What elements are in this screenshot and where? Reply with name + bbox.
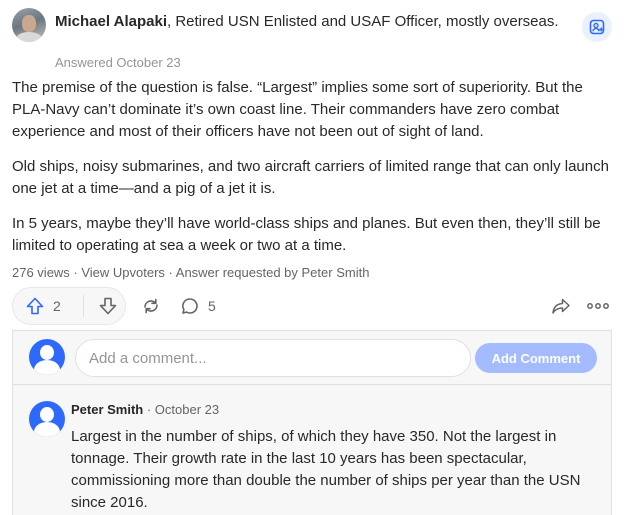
upvote-count: 2 xyxy=(53,298,61,314)
avatar-face xyxy=(22,15,36,32)
answer-paragraph: In 5 years, maybe they’ll have world-cla… xyxy=(12,215,601,254)
avatar-body-shape xyxy=(34,360,60,375)
comment-input[interactable] xyxy=(75,339,471,377)
upvote-button[interactable]: 2 xyxy=(13,288,79,324)
more-dots-icon xyxy=(587,303,609,309)
comment-header: Peter Smith · October 23 xyxy=(71,402,219,417)
more-options-button[interactable] xyxy=(584,287,612,325)
vote-pill: 2 xyxy=(12,287,126,325)
reshare-icon xyxy=(144,298,158,314)
avatar-head-shape xyxy=(40,407,54,422)
comments-section: Add Comment Peter Smith · October 23 Lar… xyxy=(12,330,612,515)
answer-meta[interactable]: 276 views · View Upvoters · Answer reque… xyxy=(12,265,369,280)
author-credential: , Retired USN Enlisted and USAF Officer,… xyxy=(167,13,559,30)
add-comment-button[interactable]: Add Comment xyxy=(475,343,597,373)
upvote-arrow-icon xyxy=(26,297,44,315)
answered-date[interactable]: Answered October 23 xyxy=(55,55,181,70)
answer-body: The premise of the question is false. “L… xyxy=(12,77,612,270)
author-name[interactable]: Michael Alapaki xyxy=(55,13,167,30)
comments-button[interactable]: 5 xyxy=(180,287,216,325)
downvote-button[interactable] xyxy=(91,288,125,324)
comment-bubble-icon xyxy=(182,298,198,314)
downvote-arrow-icon xyxy=(99,297,117,315)
follow-icon xyxy=(589,19,605,35)
answer-header: Michael Alapaki, Retired USN Enlisted an… xyxy=(12,8,612,72)
action-bar: 2 5 xyxy=(12,287,612,325)
follow-button[interactable] xyxy=(582,12,612,42)
author-line: Michael Alapaki, Retired USN Enlisted an… xyxy=(55,11,565,33)
reshare-button[interactable] xyxy=(136,287,166,325)
vote-divider xyxy=(83,295,84,317)
author-avatar[interactable] xyxy=(12,8,46,42)
answer-paragraph: The premise of the question is false. “L… xyxy=(12,79,583,140)
default-avatar-icon[interactable] xyxy=(29,339,65,375)
share-button[interactable] xyxy=(548,287,574,325)
avatar-body-shape xyxy=(34,422,60,437)
share-arrow-icon xyxy=(552,298,570,314)
default-avatar-icon[interactable] xyxy=(29,401,65,437)
comment-count: 5 xyxy=(208,298,216,314)
comment-form: Add Comment xyxy=(13,331,611,385)
avatar-shoulders xyxy=(16,32,42,42)
comment-date[interactable]: · October 23 xyxy=(143,402,219,417)
comment-text: Largest in the number of ships, of which… xyxy=(71,428,581,511)
avatar-head-shape xyxy=(40,345,54,360)
answer-paragraph: Old ships, noisy submarines, and two air… xyxy=(12,158,609,197)
commenter-name[interactable]: Peter Smith xyxy=(71,402,143,417)
